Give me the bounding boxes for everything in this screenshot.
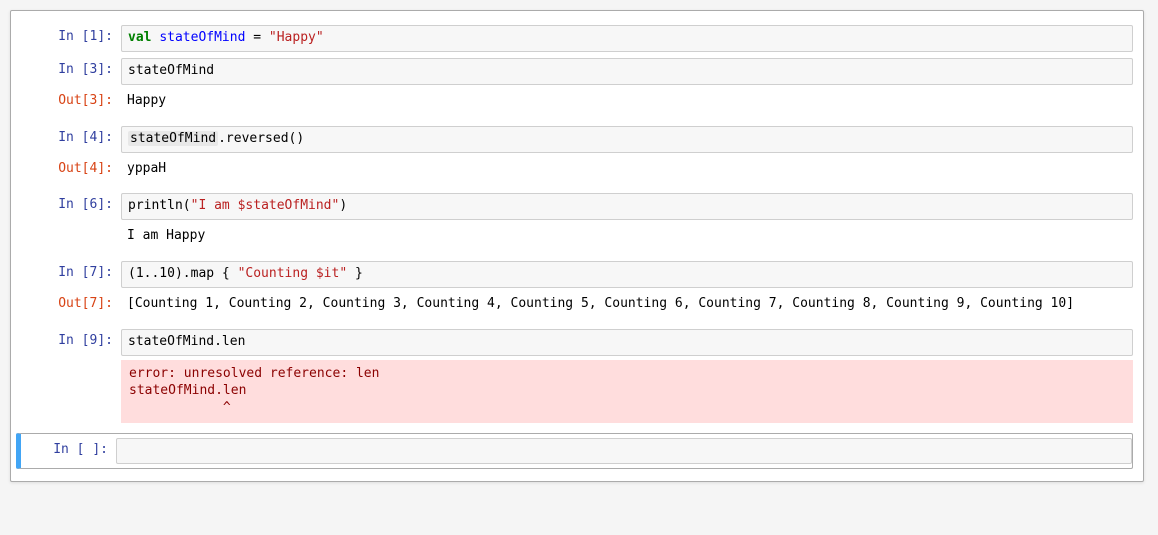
notebook: In [1]: val stateOfMind = "Happy" In [3]… (10, 10, 1144, 482)
code-cell: In [7]: (1..10).map { "Counting $it" } O… (21, 259, 1133, 319)
code-token: stateOfMind (128, 63, 214, 78)
code-input[interactable]: stateOfMind.reversed() (121, 126, 1133, 153)
output-prompt-empty (21, 360, 121, 368)
code-input[interactable]: (1..10).map { "Counting $it" } (121, 261, 1133, 288)
code-token-string: "Happy" (269, 30, 324, 45)
code-input[interactable]: stateOfMind.len (121, 329, 1133, 356)
code-token: stateOfMind.len (128, 334, 245, 349)
stdout-text: I am Happy (121, 224, 1133, 249)
code-cell-selected[interactable]: In [ ]: (16, 433, 1133, 470)
code-token-identifier: stateOfMind (159, 30, 245, 45)
input-prompt: In [9]: (21, 329, 121, 352)
input-prompt: In [4]: (21, 126, 121, 149)
code-token-highlight: stateOfMind (128, 131, 218, 146)
code-input[interactable]: println("I am $stateOfMind") (121, 193, 1133, 220)
code-cell: In [6]: println("I am $stateOfMind") I a… (21, 191, 1133, 251)
output-text: yppaH (121, 157, 1133, 182)
code-token: (1..10).map { (128, 266, 238, 281)
code-token-keyword: val (128, 30, 159, 45)
code-token: ) (339, 198, 347, 213)
output-prompt: Out[7]: (21, 292, 121, 315)
code-input[interactable]: val stateOfMind = "Happy" (121, 25, 1133, 52)
output-prompt: Out[4]: (21, 157, 121, 180)
code-cell: In [1]: val stateOfMind = "Happy" (21, 23, 1133, 54)
code-cell: In [3]: stateOfMind Out[3]: Happy (21, 56, 1133, 116)
code-token-string: "I am $stateOfMind" (191, 198, 340, 213)
code-cell: In [9]: stateOfMind.len error: unresolve… (21, 327, 1133, 425)
code-token: .reversed() (218, 131, 304, 146)
code-input[interactable] (116, 438, 1132, 465)
input-prompt: In [3]: (21, 58, 121, 81)
output-text: [Counting 1, Counting 2, Counting 3, Cou… (121, 292, 1133, 317)
code-token-string: "Counting $it" (238, 266, 348, 281)
output-prompt-empty (21, 224, 121, 232)
code-token: } (347, 266, 363, 281)
input-prompt: In [ ]: (21, 438, 116, 461)
code-cell: In [4]: stateOfMind.reversed() Out[4]: y… (21, 124, 1133, 184)
input-prompt: In [6]: (21, 193, 121, 216)
output-prompt: Out[3]: (21, 89, 121, 112)
error-output: error: unresolved reference: len stateOf… (121, 360, 1133, 423)
code-token: println( (128, 198, 191, 213)
output-text: Happy (121, 89, 1133, 114)
code-token: = (245, 30, 268, 45)
code-input[interactable]: stateOfMind (121, 58, 1133, 85)
input-prompt: In [7]: (21, 261, 121, 284)
input-prompt: In [1]: (21, 25, 121, 48)
